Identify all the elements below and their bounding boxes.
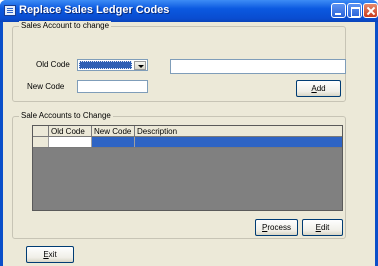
maximize-icon[interactable] (347, 3, 362, 18)
row-selector-header (33, 126, 49, 137)
account-description-field[interactable] (170, 59, 346, 74)
ledger-app-icon (4, 5, 16, 16)
column-header-old-code[interactable]: Old Code (49, 126, 92, 137)
column-header-description[interactable]: Description (135, 126, 342, 137)
add-button-label: dd (316, 84, 326, 93)
group-legend-change: Sales Account to change (19, 21, 112, 31)
process-button[interactable]: Process (255, 219, 298, 236)
edit-button[interactable]: Edit (302, 219, 343, 236)
cell-new-code[interactable] (92, 137, 135, 147)
column-header-new-code[interactable]: New Code (92, 126, 135, 137)
close-icon[interactable] (363, 3, 378, 18)
minimize-icon[interactable] (331, 3, 346, 18)
cell-old-code[interactable] (49, 137, 92, 147)
new-code-field[interactable] (77, 80, 148, 93)
exit-button[interactable]: Exit (26, 246, 74, 263)
exit-button-label: xit (48, 250, 57, 259)
dialog-window: Replace Sales Ledger Codes Sales Account… (0, 0, 378, 266)
old-code-combo[interactable] (77, 59, 148, 71)
group-legend-list: Sale Accounts to Change (19, 111, 113, 121)
add-button[interactable]: Add (296, 80, 341, 97)
process-button-label: rocess (267, 223, 291, 232)
row-selector[interactable] (33, 137, 49, 147)
title-bar[interactable]: Replace Sales Ledger Codes (0, 0, 378, 22)
edit-button-label: dit (320, 223, 330, 232)
chevron-down-icon[interactable] (134, 61, 146, 70)
new-code-label: New Code (27, 82, 65, 91)
table-row[interactable] (33, 137, 342, 148)
cell-description[interactable] (135, 137, 342, 147)
old-code-selected-value (79, 61, 132, 69)
old-code-label: Old Code (36, 60, 70, 69)
window-title: Replace Sales Ledger Codes (19, 4, 170, 16)
accounts-grid[interactable]: Old Code New Code Description (32, 125, 343, 211)
grid-header: Old Code New Code Description (33, 126, 342, 137)
